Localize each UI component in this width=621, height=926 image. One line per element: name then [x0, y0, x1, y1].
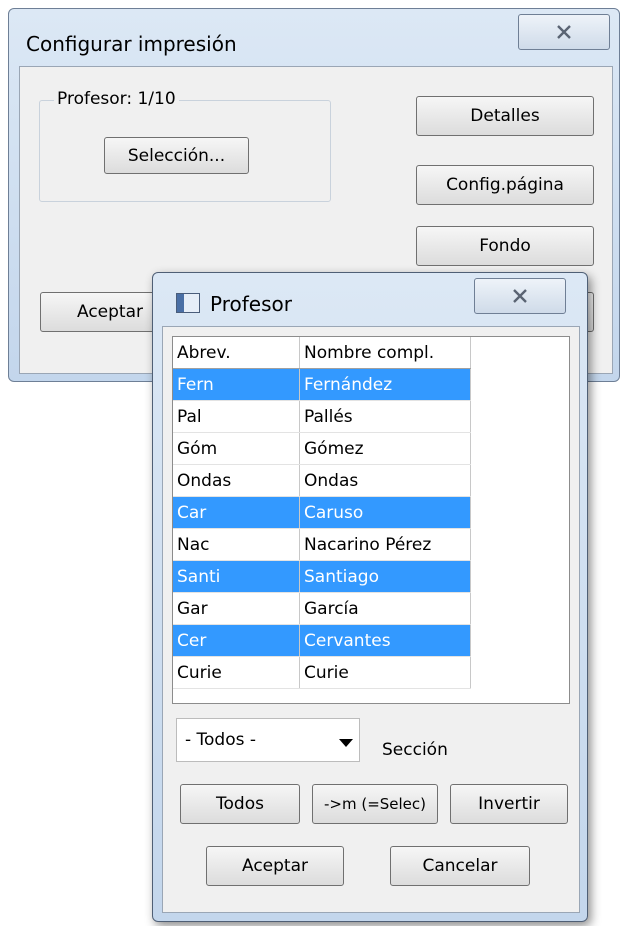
cell-abrev: Góm	[173, 432, 300, 465]
config-aceptar-label: Aceptar	[77, 302, 143, 322]
seccion-dropdown-value: - Todos -	[185, 730, 257, 750]
cell-nombre: Gómez	[299, 432, 471, 465]
table-row[interactable]: Gar García	[173, 592, 471, 625]
cell-nombre: Ondas	[299, 464, 471, 497]
cell-nombre: Caruso	[299, 496, 471, 529]
cell-abrev: Car	[173, 496, 300, 529]
cell-abrev: Pal	[173, 400, 300, 433]
cell-abrev: Curie	[173, 656, 300, 689]
column-header-nombre[interactable]: Nombre compl.	[299, 337, 471, 369]
config-dialog-title: Configurar impresión	[26, 32, 237, 56]
cell-nombre: Pallés	[299, 400, 471, 433]
cell-nombre: Cervantes	[299, 624, 471, 657]
profesor-list[interactable]: Abrev. Nombre compl. Fern Fernández Pal Pal…	[172, 336, 570, 704]
cell-abrev: Santi	[173, 560, 300, 593]
table-row[interactable]: Pal Pallés	[173, 400, 471, 433]
invertir-button[interactable]: Invertir	[450, 784, 568, 824]
seccion-dropdown[interactable]: - Todos -	[176, 718, 360, 762]
cell-nombre: Fernández	[299, 368, 471, 401]
cell-abrev: Cer	[173, 624, 300, 657]
chevron-down-icon	[339, 739, 353, 747]
profesor-dialog-title: Profesor	[210, 292, 292, 316]
profesor-table: Abrev. Nombre compl. Fern Fernández Pal Pal…	[173, 337, 471, 689]
close-icon	[557, 25, 571, 39]
selec-button[interactable]: ->m (=Selec)	[312, 784, 438, 824]
config-aceptar-button[interactable]: Aceptar	[40, 292, 170, 332]
column-header-abrev[interactable]: Abrev.	[173, 337, 300, 369]
profesor-cancelar-button[interactable]: Cancelar	[390, 846, 530, 886]
seccion-label: Sección	[382, 740, 448, 760]
cell-nombre: Nacarino Pérez	[299, 528, 471, 561]
table-row[interactable]: Car Caruso	[173, 496, 471, 529]
cell-abrev: Ondas	[173, 464, 300, 497]
table-row[interactable]: Góm Gómez	[173, 432, 471, 465]
profesor-aceptar-button[interactable]: Aceptar	[206, 846, 344, 886]
table-row[interactable]: Fern Fernández	[173, 368, 471, 401]
cell-nombre: Santiago	[299, 560, 471, 593]
cell-abrev: Gar	[173, 592, 300, 625]
table-row[interactable]: Nac Nacarino Pérez	[173, 528, 471, 561]
window-icon	[176, 293, 200, 313]
cell-abrev: Fern	[173, 368, 300, 401]
close-icon	[513, 289, 527, 303]
config-close-button[interactable]	[518, 14, 610, 50]
table-header: Abrev. Nombre compl.	[173, 337, 471, 369]
config-pagina-button[interactable]: Config.página	[416, 165, 594, 205]
table-row[interactable]: Cer Cervantes	[173, 624, 471, 657]
seleccion-button[interactable]: Selección...	[104, 137, 249, 174]
table-row[interactable]: Curie Curie	[173, 656, 471, 689]
detalles-button[interactable]: Detalles	[416, 96, 594, 136]
table-row[interactable]: Santi Santiago	[173, 560, 471, 593]
cell-abrev: Nac	[173, 528, 300, 561]
profesor-group-label: Profesor: 1/10	[54, 89, 179, 109]
cell-nombre: Curie	[299, 656, 471, 689]
table-row[interactable]: Ondas Ondas	[173, 464, 471, 497]
todos-button[interactable]: Todos	[180, 784, 300, 824]
fondo-button[interactable]: Fondo	[416, 226, 594, 266]
profesor-close-button[interactable]	[474, 278, 566, 314]
cell-nombre: García	[299, 592, 471, 625]
